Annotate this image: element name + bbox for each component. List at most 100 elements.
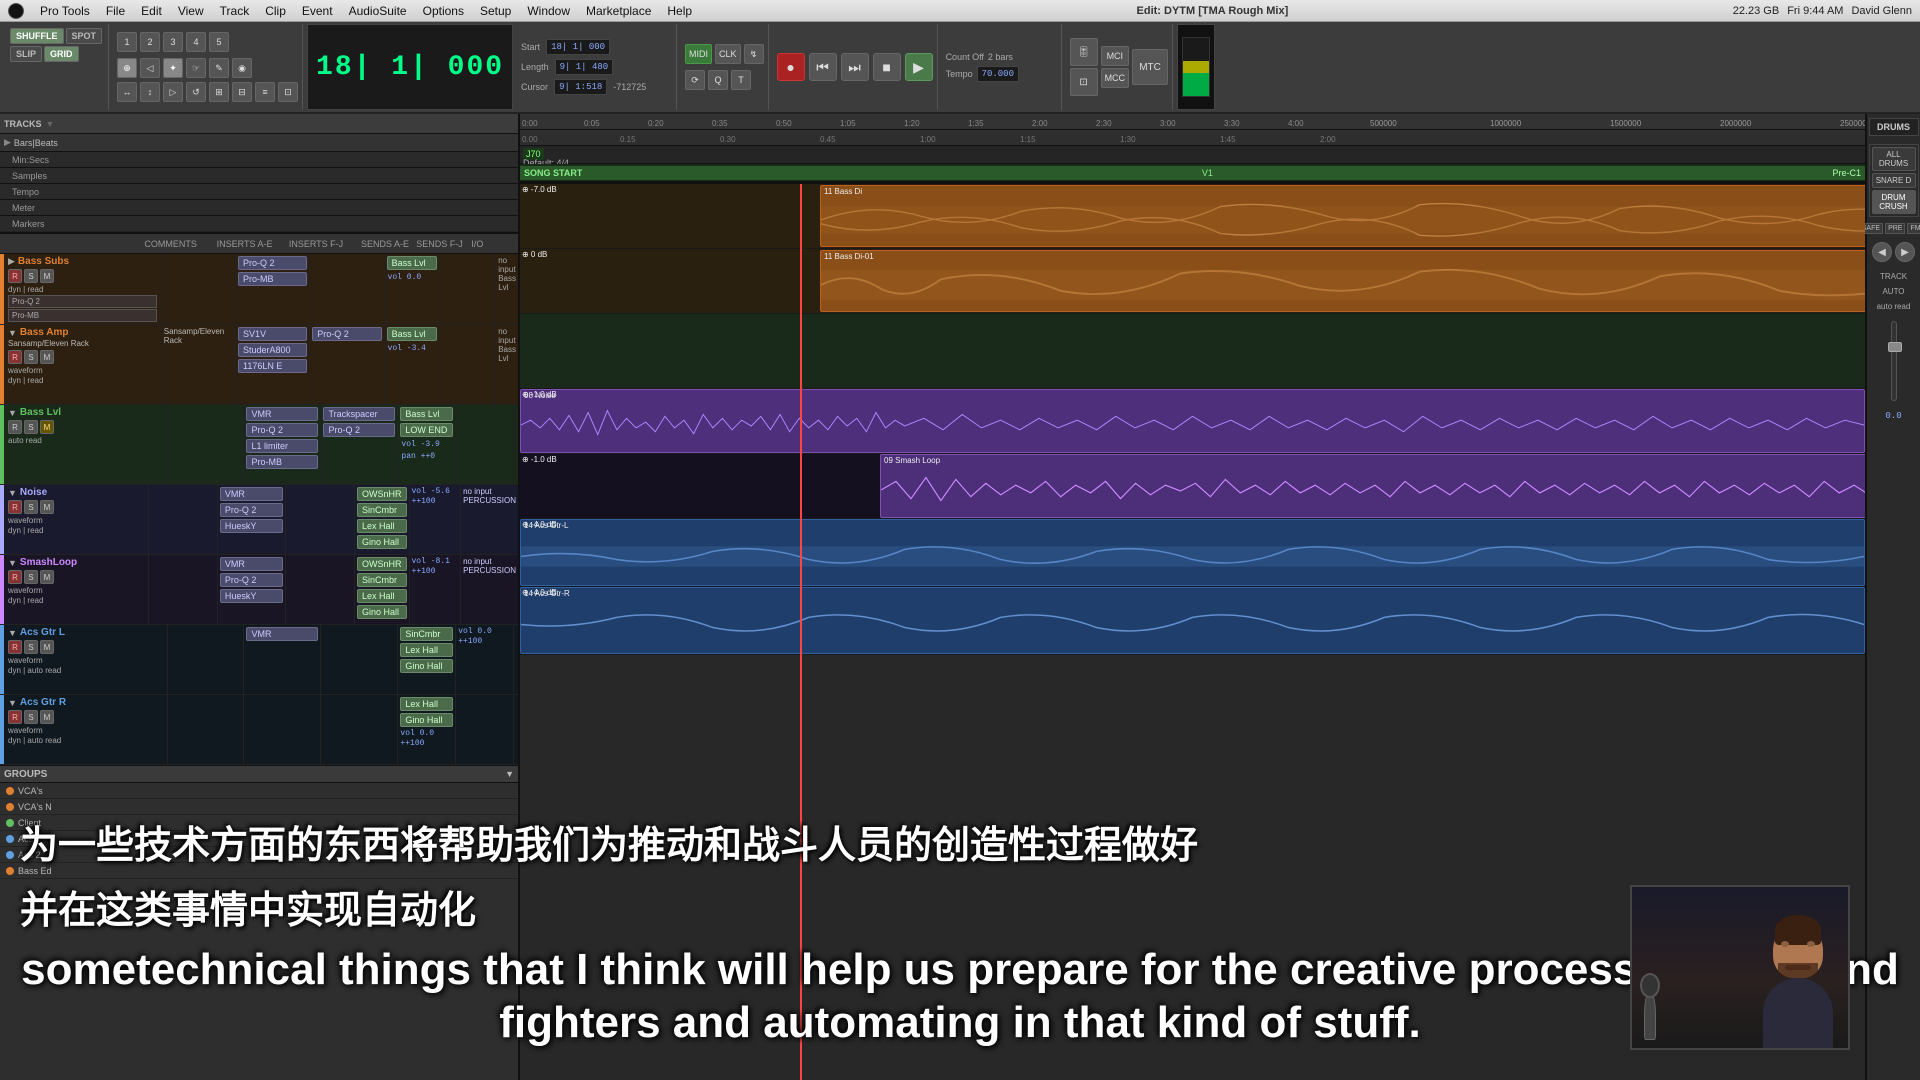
noise-send2[interactable]: SinCmbr — [357, 503, 407, 517]
bass-amp-insert3[interactable]: 1176LN E — [238, 359, 307, 373]
noise-mute-btn[interactable]: M — [40, 500, 54, 514]
smashloop-insert1[interactable]: VMR — [220, 557, 284, 571]
extra-btn3[interactable]: ≡ — [255, 82, 275, 102]
bass-di-clip[interactable]: 11 Bass Di — [820, 185, 1865, 247]
noise-insert2[interactable]: Pro-Q 2 — [220, 503, 284, 517]
group-vcas-n[interactable]: VCA's N — [0, 799, 518, 815]
record-btn[interactable]: ● — [777, 53, 805, 81]
drums-fader-thumb[interactable] — [1888, 342, 1902, 352]
spot-mode-btn[interactable]: Spot — [66, 28, 103, 44]
menu-marketplace[interactable]: Marketplace — [586, 4, 651, 18]
bass-subs-insert2[interactable]: Pro-MB — [238, 272, 307, 286]
acs-gtr-l-send3[interactable]: Gino Hall — [400, 659, 453, 673]
bass-subs-plugin2[interactable]: Pro-MB — [8, 309, 157, 322]
bass-amp-expand[interactable]: ▼ — [8, 328, 17, 338]
smashloop-clip[interactable]: 09 Smash Loop — [880, 454, 1865, 518]
rewind-btn[interactable]: ⏮ — [809, 53, 837, 81]
bass-lvl-insert1[interactable]: VMR — [246, 407, 318, 421]
smashloop-rec-btn[interactable]: R — [8, 570, 22, 584]
smashloop-solo-btn[interactable]: S — [24, 570, 38, 584]
acs-gtr-l-rec-btn[interactable]: R — [8, 640, 22, 654]
bass-lvl-insert5[interactable]: Trackspacer — [323, 407, 395, 421]
bass-lvl-solo-btn[interactable]: S — [24, 420, 38, 434]
length-value[interactable]: 9| 1| 480 — [555, 59, 614, 75]
bass-lvl-send2[interactable]: LOW END — [400, 423, 453, 437]
smashloop-send2[interactable]: SinCmbr — [357, 573, 407, 587]
bass-amp-insert1[interactable]: SV1V — [238, 327, 307, 341]
bass-subs-rec-btn[interactable]: R — [8, 269, 22, 283]
acs-gtr-r-mute-btn[interactable]: M — [40, 710, 54, 724]
acs-gtr-l-mute-btn[interactable]: M — [40, 640, 54, 654]
start-value[interactable]: 18| 1| 000 — [546, 39, 610, 55]
tool-3-2[interactable]: 3 — [163, 32, 183, 52]
stop-btn[interactable]: ■ — [873, 53, 901, 81]
selector-btn[interactable]: ✦ — [163, 58, 183, 78]
bass-lvl-mute-btn[interactable]: M — [40, 420, 54, 434]
noise-expand[interactable]: ▼ — [8, 488, 17, 498]
bass-lvl-send1[interactable]: Bass Lvl — [400, 407, 453, 421]
acs-gtr-r-solo-btn[interactable]: S — [24, 710, 38, 724]
grid-mode-btn[interactable]: Grid — [44, 46, 79, 62]
group-client[interactable]: Client — [0, 815, 518, 831]
tool-2-2[interactable]: 2 — [140, 32, 160, 52]
main-counter-section[interactable]: 18| 1| 000 — [307, 24, 513, 110]
mmc-btn2[interactable]: MCC — [1101, 68, 1130, 88]
menu-event[interactable]: Event — [302, 4, 333, 18]
trim-btn[interactable]: ◁ — [140, 58, 160, 78]
group-acs1[interactable]: Acs 1 — [0, 831, 518, 847]
bass-lvl-rec-btn[interactable]: R — [8, 420, 22, 434]
smashloop-send4[interactable]: Gino Hall — [357, 605, 407, 619]
acs-gtr-l-clip[interactable]: 14 Acs Gtr-L — [520, 519, 1865, 586]
groups-expand[interactable]: ▼ — [505, 769, 514, 779]
arr-track-bass-amp[interactable]: ⊕ 0 dB 11 Bass Di-01 — [520, 249, 1865, 314]
acs-gtr-l-insert1[interactable]: VMR — [246, 627, 318, 641]
snare-btn[interactable]: snare d — [1872, 173, 1916, 188]
menu-clip[interactable]: Clip — [265, 4, 286, 18]
noise-clip[interactable]: 08 Noise — [520, 389, 1865, 453]
smashloop-insert2[interactable]: Pro-Q 2 — [220, 573, 284, 587]
smashloop-mute-btn[interactable]: M — [40, 570, 54, 584]
noise-send1[interactable]: OWSnHR — [357, 487, 407, 501]
bass-subs-mute-btn[interactable]: M — [40, 269, 54, 283]
bass-subs-send1[interactable]: Bass Lvl — [387, 256, 438, 270]
pre-btn[interactable]: PRE — [1885, 223, 1905, 234]
noise-send3[interactable]: Lex Hall — [357, 519, 407, 533]
cntdn-btn[interactable]: ↯ — [744, 44, 764, 64]
arr-track-smashloop[interactable]: ⊕ -1.0 dB 09 Smash Loop — [520, 454, 1865, 519]
arr-track-bass-lvl[interactable] — [520, 314, 1865, 389]
sync-btn[interactable]: MTC — [1132, 49, 1168, 85]
zoom-btn2[interactable]: ▷ — [163, 82, 183, 102]
meter-btn2[interactable]: ⊡ — [1070, 68, 1098, 96]
track-punch-btn[interactable]: T — [731, 70, 751, 90]
noise-solo-btn[interactable]: S — [24, 500, 38, 514]
group-acs2[interactable]: Acs 2 — [0, 847, 518, 863]
meter-btn1[interactable]: 🎚 — [1070, 38, 1098, 66]
mmc-btn[interactable]: MCI — [1101, 46, 1130, 66]
fmp-btn[interactable]: FMP — [1907, 223, 1920, 234]
acs-gtr-l-expand[interactable]: ▼ — [8, 628, 17, 638]
bass-subs-expand[interactable]: ▶ — [8, 256, 15, 267]
ruler-expand-icon[interactable]: ▶ — [4, 137, 11, 148]
acs-gtr-r-expand[interactable]: ▼ — [8, 698, 17, 708]
slip-mode-btn[interactable]: SLip — [10, 46, 42, 62]
arr-track-acs-gtr-r[interactable]: ⊕ -4.0 dB 14 Acs Gtr-R — [520, 587, 1865, 655]
menu-track[interactable]: Track — [220, 4, 250, 18]
all-drums-btn[interactable]: ALL DRUMS — [1872, 147, 1916, 171]
arr-track-acs-gtr-l[interactable]: ⊕ -4.0 dB 14 Acs Gtr-L — [520, 519, 1865, 587]
group-bass-ed[interactable]: Bass Ed — [0, 863, 518, 879]
arr-track-noise[interactable]: ⊕ -1.0 dB 08 Noise — [520, 389, 1865, 454]
menu-options[interactable]: Options — [423, 4, 464, 18]
group-vcas[interactable]: VCA's — [0, 783, 518, 799]
smashloop-send3[interactable]: Lex Hall — [357, 589, 407, 603]
loop-record-btn[interactable]: ⟳ — [685, 70, 705, 90]
extra-btn[interactable]: ⊞ — [209, 82, 229, 102]
smashloop-send1[interactable]: OWSnHR — [357, 557, 407, 571]
bass-amp-rec-btn[interactable]: R — [8, 350, 22, 364]
acs-gtr-r-clip[interactable]: 14 Acs Gtr-R — [520, 587, 1865, 654]
bass-amp-insert4[interactable]: Pro-Q 2 — [312, 327, 381, 341]
bass-lvl-expand[interactable]: ▼ — [8, 408, 17, 418]
tool-5-2[interactable]: 5 — [209, 32, 229, 52]
menu-audiosuite[interactable]: AudioSuite — [349, 4, 407, 18]
tool-4-2[interactable]: 4 — [186, 32, 206, 52]
loop-btn[interactable]: ↺ — [186, 82, 206, 102]
